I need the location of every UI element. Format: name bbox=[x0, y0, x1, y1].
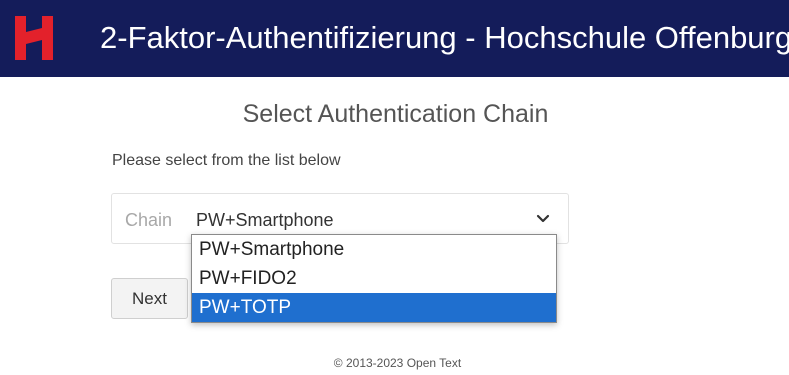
dropdown-option-pw-totp[interactable]: PW+TOTP bbox=[192, 293, 556, 322]
page: 2-Faktor-Authentifizierung - Hochschule … bbox=[0, 0, 789, 375]
chain-dropdown-list: PW+Smartphone PW+FIDO2 PW+TOTP bbox=[191, 234, 557, 323]
chain-select-value: PW+Smartphone bbox=[196, 210, 334, 230]
next-button[interactable]: Next bbox=[111, 278, 188, 319]
chevron-down-icon[interactable] bbox=[536, 212, 550, 226]
dropdown-option-pw-fido2[interactable]: PW+FIDO2 bbox=[192, 264, 556, 293]
hochschule-logo-icon bbox=[15, 16, 53, 60]
chain-select-prefix: Chain bbox=[125, 210, 173, 230]
header-bar: 2-Faktor-Authentifizierung - Hochschule … bbox=[0, 0, 789, 77]
dropdown-option-pw-smartphone[interactable]: PW+Smartphone bbox=[192, 235, 556, 264]
footer-copyright: © 2013-2023 Open Text bbox=[333, 356, 462, 370]
page-title: Select Authentication Chain bbox=[242, 100, 549, 128]
instruction-text: Please select from the list below bbox=[112, 152, 341, 169]
header-title: 2-Faktor-Authentifizierung - Hochschule … bbox=[100, 20, 789, 55]
